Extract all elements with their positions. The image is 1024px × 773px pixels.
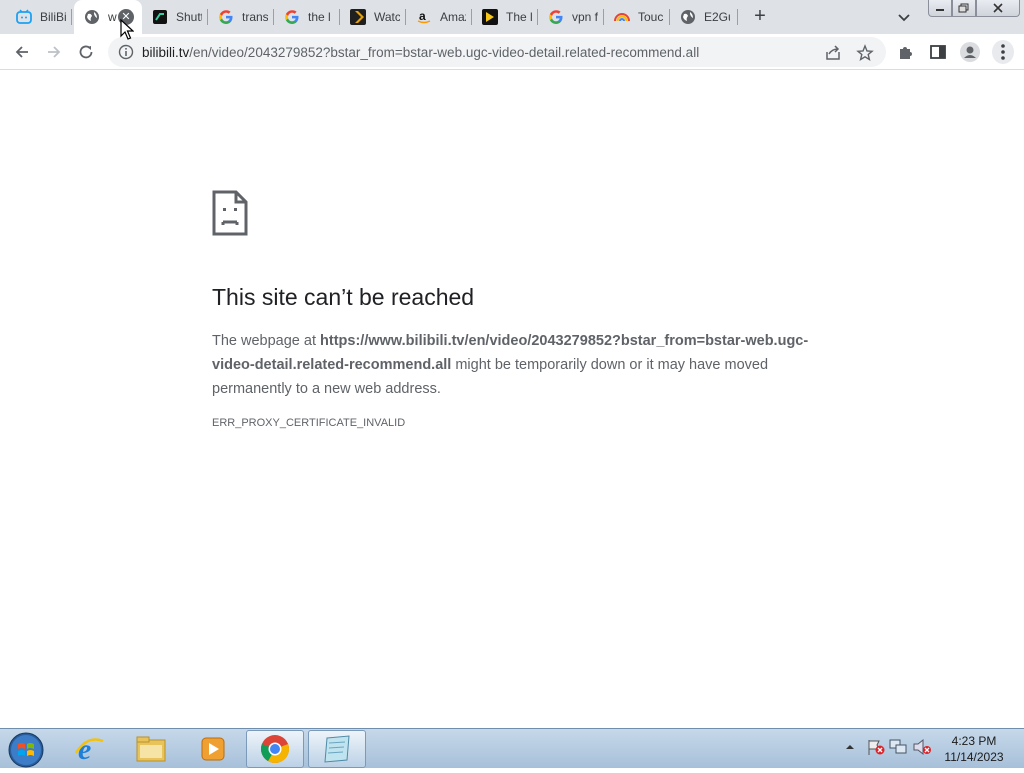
globe-icon bbox=[680, 9, 696, 25]
notepad-icon bbox=[324, 735, 350, 763]
tab-title: E2Gu bbox=[704, 10, 730, 24]
back-arrow-icon bbox=[15, 46, 28, 58]
svg-text:a: a bbox=[419, 9, 426, 23]
tab-title: Touch bbox=[638, 10, 664, 24]
clock-time: 4:23 PM bbox=[951, 734, 997, 748]
taskbar-chrome[interactable] bbox=[246, 730, 304, 768]
profile-avatar-icon[interactable] bbox=[959, 41, 981, 63]
clock-date: 11/14/2023 bbox=[944, 750, 1004, 764]
kebab-menu-icon[interactable] bbox=[992, 40, 1014, 64]
mouse-cursor-icon bbox=[120, 18, 135, 46]
tab-title: trans bbox=[242, 10, 268, 24]
error-title: This site can’t be reached bbox=[212, 284, 475, 310]
browser-toolbar: bilibili.tv/en/video/2043279852?bstar_fr… bbox=[0, 34, 1024, 70]
side-panel-icon[interactable] bbox=[929, 43, 947, 61]
tab-shutterstock[interactable]: Shutterstock bbox=[142, 0, 208, 34]
tab-film[interactable]: The l bbox=[472, 0, 538, 34]
google-icon bbox=[218, 9, 234, 25]
tab-title: Shutterstock bbox=[176, 10, 202, 24]
chrome-icon bbox=[260, 735, 290, 763]
tab-google-the[interactable]: the l bbox=[274, 0, 340, 34]
tab-strip: BiliBili w ✕ Shutterstock trans the l bbox=[0, 0, 1024, 34]
tab-search-chevron-icon[interactable] bbox=[894, 7, 914, 27]
tab-title: BiliBili bbox=[40, 10, 66, 24]
tab-title: Watch bbox=[374, 10, 400, 24]
tray-expand-arrow-icon[interactable] bbox=[842, 739, 858, 760]
film-icon bbox=[482, 9, 498, 25]
url-path: /en/video/2043279852?bstar_from=bstar-we… bbox=[189, 45, 700, 60]
tab-bilibili[interactable]: BiliBili bbox=[6, 0, 72, 34]
restore-button[interactable] bbox=[952, 0, 976, 17]
taskbar-clock[interactable]: 4:23 PM 11/14/2023 bbox=[936, 733, 1012, 765]
tab-google-vpn[interactable]: vpn f bbox=[538, 0, 604, 34]
taskbar-media-player[interactable] bbox=[184, 730, 242, 768]
share-icon[interactable] bbox=[824, 44, 842, 62]
start-orb-icon[interactable] bbox=[6, 730, 46, 768]
sad-document-icon bbox=[212, 190, 248, 241]
tab-title: The l bbox=[506, 10, 532, 24]
google-icon bbox=[548, 9, 564, 25]
taskbar-internet-explorer[interactable]: e bbox=[60, 730, 118, 768]
forward-button[interactable] bbox=[42, 40, 66, 64]
url-host: bilibili.tv bbox=[142, 45, 190, 60]
tab-touch[interactable]: Touch bbox=[604, 0, 670, 34]
taskbar-windows-explorer[interactable] bbox=[122, 730, 180, 768]
action-center-flag-icon[interactable] bbox=[866, 738, 888, 761]
network-icon[interactable] bbox=[888, 738, 912, 761]
reload-button[interactable] bbox=[74, 40, 98, 64]
reload-icon bbox=[79, 45, 93, 59]
bilibili-icon bbox=[16, 9, 32, 25]
tab-title: the l bbox=[308, 10, 331, 24]
minimize-button[interactable] bbox=[928, 0, 952, 17]
rainbow-icon bbox=[614, 9, 630, 25]
shutterstock-icon bbox=[152, 9, 168, 25]
close-window-button[interactable] bbox=[976, 0, 1020, 17]
new-tab-plus-icon[interactable]: + bbox=[748, 5, 772, 29]
tab-e2gu[interactable]: E2Gu bbox=[670, 0, 738, 34]
system-tray bbox=[842, 729, 936, 769]
internet-explorer-icon: e bbox=[74, 733, 104, 765]
globe-icon bbox=[84, 9, 100, 25]
tab-google-trans[interactable]: trans bbox=[208, 0, 274, 34]
amazon-icon: a bbox=[416, 9, 432, 25]
back-button[interactable] bbox=[10, 40, 34, 64]
error-code: ERR_PROXY_CERTIFICATE_INVALID bbox=[212, 417, 406, 429]
taskbar-notepad[interactable] bbox=[308, 730, 366, 768]
windows-taskbar: e 4:23 PM 11/14/2023 bbox=[0, 728, 1024, 768]
extensions-puzzle-icon[interactable] bbox=[897, 43, 915, 61]
forward-arrow-icon bbox=[48, 46, 61, 58]
google-icon bbox=[284, 9, 300, 25]
tab-title: vpn f bbox=[572, 10, 598, 24]
site-info-icon[interactable] bbox=[118, 44, 134, 60]
plex-icon bbox=[350, 9, 366, 25]
error-prefix: The webpage at bbox=[212, 333, 321, 349]
tab-amazon[interactable]: a Amazon bbox=[406, 0, 472, 34]
bookmark-star-icon[interactable] bbox=[856, 44, 874, 62]
folder-icon bbox=[136, 736, 166, 762]
url-text: bilibili.tv/en/video/2043279852?bstar_fr… bbox=[142, 45, 699, 60]
address-bar[interactable]: bilibili.tv/en/video/2043279852?bstar_fr… bbox=[108, 37, 886, 67]
error-message: The webpage at https://www.bilibili.tv/e… bbox=[212, 329, 824, 401]
volume-muted-icon[interactable] bbox=[912, 738, 936, 761]
tab-plex[interactable]: Watch bbox=[340, 0, 406, 34]
tab-title: Amazon bbox=[440, 10, 466, 24]
media-player-icon bbox=[201, 737, 225, 761]
